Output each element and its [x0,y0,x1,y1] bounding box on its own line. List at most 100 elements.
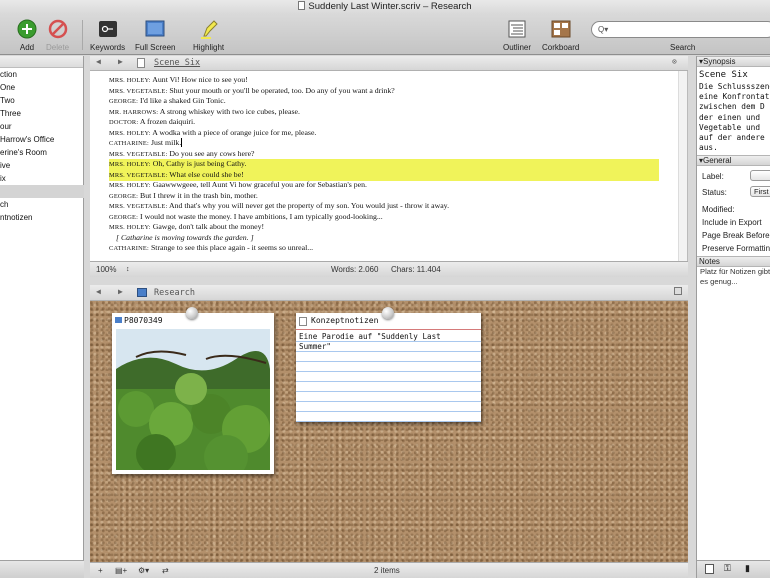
binder-item[interactable]: ix [0,172,84,185]
delete-icon [48,19,67,39]
binder-item[interactable]: ction [0,68,84,81]
status-field-label: Status: [702,188,727,197]
note-card[interactable]: Konzeptnotizen Eine Parodie auf "Suddenl… [296,307,481,422]
highlight-button[interactable]: Highlight [193,18,224,52]
binder-footer [0,560,84,578]
document-icon [137,58,145,68]
add-button[interactable]: Add [16,18,38,52]
add-icon[interactable]: + [98,563,103,578]
close-split-icon[interactable]: ⊗ [672,57,677,66]
inspector-footer: ⚿ ▮ [697,560,770,578]
preserve-formatting-checkbox[interactable]: Preserve Formatting [702,244,770,253]
text-cursor: ​ [181,138,183,147]
binder-item[interactable]: Harrow's Office [0,133,84,146]
synopsis-section-header[interactable]: ▾Synopsis [697,56,770,67]
binder-item[interactable]: ive [0,159,84,172]
binder-item-selected[interactable] [0,185,84,198]
binder-item[interactable]: Three [0,107,84,120]
binder-item[interactable]: ntnotizen [0,211,84,224]
card-title-rule [296,329,481,330]
back-arrow-icon[interactable]: ◀ [96,287,101,296]
binder-item[interactable]: Two [0,94,84,107]
zoom-level[interactable]: 100% [96,262,116,277]
zoom-stepper-icon[interactable]: ↕ [126,262,130,277]
corkboard-label: Corkboard [542,43,580,52]
photo-thumbnail [116,329,270,470]
arrange-icon[interactable]: ⇄ [162,563,169,578]
label-dropdown[interactable] [750,170,770,181]
window-titlebar: Suddenly Last Winter.scriv – Research [0,0,770,14]
keywords-button[interactable]: Keywords [90,18,125,52]
window-title: Suddenly Last Winter.scriv – Research [308,1,472,12]
outliner-label: Outliner [503,43,532,52]
pushpin [382,307,394,319]
delete-label: Delete [46,43,70,52]
synopsis-title[interactable]: Scene Six [699,70,748,80]
delete-button[interactable]: Delete [46,18,69,52]
status-dropdown[interactable]: First Draft [750,186,770,197]
word-count: Words: 2.060 [331,265,379,274]
add-folder-icon[interactable]: ▤+ [115,563,127,578]
include-in-export-checkbox[interactable]: Include in Export [702,218,762,227]
forward-arrow-icon[interactable]: ▶ [118,57,123,66]
photo-card[interactable]: P8070349 [112,307,274,474]
note-card-title: Konzeptnotizen [311,316,379,325]
corkboard-button[interactable]: Corkboard [542,18,579,52]
forward-arrow-icon[interactable]: ▶ [118,287,123,296]
notes-text[interactable]: Platz für Notizen gibt es genug... [700,267,770,287]
pushpin [186,307,198,319]
editor-text-area[interactable]: MRS. HOLEY: Aunt Vi! How nice to see you… [90,71,688,261]
char-count: Chars: 11.404 [391,265,441,274]
document-icon [298,1,306,10]
corkboard-header: ◀ ▶ Research [90,285,688,301]
folder-icon [137,288,147,297]
binder-item[interactable]: ch [0,198,84,211]
editor-header: ◀ ▶ Scene Six ⊗ [90,56,688,71]
binder-item[interactable]: erine's Room [0,146,84,159]
split-toggle-icon[interactable] [674,287,682,295]
editor-title: Scene Six [154,58,201,68]
corkboard[interactable]: P8070349 Konzeptnotizen Eine Parodie auf… [90,301,688,562]
notes-section-header[interactable]: Notes [697,256,770,267]
item-count: 2 items [374,566,400,575]
synopsis-text[interactable]: Die Schlussszene eine Konfrontation zwis… [699,82,770,153]
add-label: Add [19,43,35,52]
corkboard-title: Research [154,288,195,298]
binder-item[interactable]: our [0,120,84,133]
outliner-button[interactable]: Outliner [503,18,531,52]
highlight-label: Highlight [193,43,225,52]
highlighter-icon [200,20,218,39]
toolbar-separator [82,20,83,50]
image-icon [115,317,122,323]
label-field-label: Label: [702,172,724,181]
general-section-header[interactable]: ▾General [697,155,770,166]
editor-footer: 100% ↕ Words: 2.060 Chars: 11.404 [90,261,688,277]
key-icon[interactable]: ⚿ [724,563,731,574]
search-input[interactable]: Q▾ [591,21,770,38]
full-screen-button[interactable]: Full Screen [135,18,175,52]
corkboard-footer: + ▤+ ⚙▾ ⇄ 2 items [90,562,688,578]
key-icon [98,21,117,37]
outliner-icon [508,20,526,38]
binder: ction One Two Three our Harrow's Office … [0,56,84,578]
back-arrow-icon[interactable]: ◀ [96,57,101,66]
binder-header [0,56,83,68]
keywords-label: Keywords [90,43,126,52]
note-card-text: Eine Parodie auf "Suddenly Last Summer" [299,332,441,351]
binder-item[interactable]: One [0,81,84,94]
search-label: Search [670,43,696,52]
gear-icon[interactable]: ⚙▾ [138,563,149,578]
photo-card-title: P8070349 [115,316,163,325]
corkboard-icon [551,20,571,38]
notes-tab-icon[interactable] [705,564,714,574]
add-icon [17,19,37,39]
document-icon [299,317,307,326]
modified-label: Modified: [702,205,735,214]
bookmark-icon[interactable]: ▮ [745,563,750,574]
page-break-checkbox[interactable]: Page Break Before [702,231,770,240]
editor-scrollbar[interactable] [678,71,687,261]
full-screen-label: Full Screen [135,43,176,52]
script-line: CATHARINE: Strange to see this place aga… [109,243,314,252]
inspector: ▾Synopsis Scene Six Die Schlussszene ein… [696,56,770,578]
full-screen-icon [145,20,165,37]
